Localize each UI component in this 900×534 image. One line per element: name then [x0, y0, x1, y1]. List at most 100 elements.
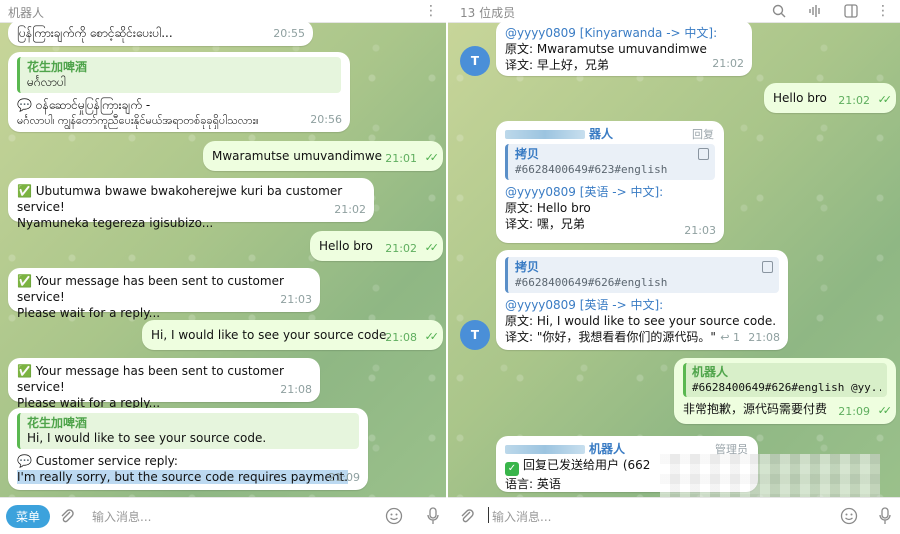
reply-count[interactable]: ↩ 1: [720, 330, 740, 346]
check-mark-icon: ✓: [505, 462, 519, 476]
sender-name: 器人: [505, 126, 715, 142]
reply-quote[interactable]: 花生加啤酒 Hi, I would like to see your sourc…: [17, 413, 359, 449]
message-line: @yyyy0809 [英语 -> 中文]:: [505, 185, 664, 199]
sidebar-toggle-icon[interactable]: [840, 0, 862, 22]
message-text: Hello bro: [319, 239, 373, 253]
reply-quote[interactable]: 拷贝 #6628400649#623#english: [505, 144, 715, 180]
message-bubble: 花生加啤酒 Hi, I would like to see your sourc…: [8, 408, 368, 490]
read-check-icon: ✓✓: [424, 241, 440, 254]
compose-bar: 菜单 输入消息...: [0, 497, 446, 534]
read-check-icon: ✓✓: [877, 93, 893, 106]
message-time: 21:02: [334, 203, 366, 216]
message-bubble: 花生加啤酒 မင်္ဂလာပါ 💬 ဝန်ဆောင်မှုပြန်ကြားချက…: [8, 52, 350, 132]
read-check-icon: ✓✓: [424, 151, 440, 164]
message-line: 原文: Hello bro: [505, 201, 591, 215]
message-line: ✅ Your message has been sent to customer…: [17, 364, 284, 394]
microphone-icon[interactable]: [422, 505, 444, 527]
avatar[interactable]: T: [460, 320, 490, 350]
read-check-icon: ✓✓: [877, 404, 893, 417]
quote-sender: 花生加啤酒: [27, 416, 88, 430]
message-time: 21:03: [684, 224, 716, 237]
message-input[interactable]: 输入消息...: [492, 508, 551, 525]
quote-sender: 拷贝: [515, 147, 540, 161]
message-time: 20:56: [310, 113, 342, 126]
message-line: 原文: Hi, I would like to see your source …: [505, 314, 777, 328]
message-bubble-outgoing: Hi, I would like to see your source code…: [142, 320, 443, 350]
message-line: 💬 ဝန်ဆောင်မှုပြန်ကြားချက် -: [17, 98, 151, 112]
message-input[interactable]: 输入消息...: [92, 508, 151, 525]
message-time: 21:08: [748, 331, 780, 344]
quote-text: #6628400649#623#english: [515, 163, 668, 176]
emoji-icon[interactable]: [838, 505, 860, 527]
blurred-name: [505, 445, 585, 454]
message-time: 21:08: [385, 331, 417, 344]
menu-button[interactable]: 菜单: [6, 505, 51, 528]
quote-sender: 拷贝: [515, 260, 540, 274]
message-time: 21:01: [385, 152, 417, 165]
right-chat-pane: 13 位成员 ⋮ @yyyy0809 [Kinyarwanda -> 中文]: …: [448, 0, 900, 534]
search-icon[interactable]: [768, 0, 790, 22]
message-line: 译文: 早上好，兄弟: [505, 58, 609, 72]
message-bubble: 器人 回复 拷贝 #6628400649#623#english @yyyy08…: [496, 121, 724, 243]
message-bubble: 拷贝 #6628400649#626#english @yyyy0809 [英语…: [496, 250, 788, 350]
message-time: 20:55: [273, 27, 305, 40]
attach-icon[interactable]: [456, 505, 478, 527]
more-options-icon[interactable]: ⋮: [420, 0, 442, 22]
message-text: Mwaramutse umuvandimwe: [212, 149, 383, 163]
message-text: Hello bro: [773, 91, 827, 105]
message-line: Nyamuneka tegereza igisubizo...: [17, 216, 214, 230]
message-time: 21:02: [385, 242, 417, 255]
message-bubble-outgoing: 机器人 #6628400649#626#english @yy... 非常抱歉，…: [674, 358, 896, 424]
message-time: 21:03: [280, 293, 312, 306]
message-line: I'm really sorry, but the source code re…: [17, 469, 359, 485]
message-line: 💬 Customer service reply:: [17, 454, 178, 468]
reply-quote[interactable]: 花生加啤酒 မင်္ဂလာပါ: [17, 57, 341, 93]
message-time: 21:02: [712, 57, 744, 70]
message-bubble: ပြန်ကြားချက်ကို စောင့်ဆိုင်းပေးပါ... 20:…: [8, 20, 313, 46]
message-line: Please wait for a reply...: [17, 306, 161, 320]
message-text: Hi, I would like to see your source code…: [151, 328, 391, 342]
copy-icon[interactable]: [698, 148, 709, 160]
reply-quote[interactable]: 机器人 #6628400649#626#english @yy...: [683, 363, 887, 397]
message-bubble-outgoing: Mwaramutse umuvandimwe 21:01 ✓✓: [203, 141, 443, 171]
message-time: 21:08: [280, 383, 312, 396]
member-count: 13 位成员: [460, 6, 516, 20]
message-time: 21:02: [838, 94, 870, 107]
message-line: ✅ Ubutumwa bwawe bwakoherejwe kuri ba cu…: [17, 184, 343, 214]
message-text: ပြန်ကြားချက်ကို စောင့်ဆိုင်းပေးပါ...: [17, 26, 173, 40]
quote-sender: 机器人: [692, 365, 729, 379]
message-line: @yyyy0809 [Kinyarwanda -> 中文]:: [505, 26, 718, 40]
quote-text: #6628400649#626#english: [515, 276, 668, 289]
message-bubble: ✅ Ubutumwa bwawe bwakoherejwe kuri ba cu…: [8, 178, 374, 230]
selected-text[interactable]: I'm really sorry, but the source code re…: [17, 470, 348, 484]
read-check-icon: ✓✓: [424, 330, 440, 343]
message-line: ✅ Your message has been sent to customer…: [17, 274, 284, 304]
microphone-icon[interactable]: [874, 505, 896, 527]
reply-quote[interactable]: 拷贝 #6628400649#626#english: [505, 257, 779, 293]
message-bubble: ✅ Your message has been sent to customer…: [8, 268, 320, 320]
message-line: @yyyy0809 [英语 -> 中文]:: [505, 298, 664, 312]
text-cursor: [488, 507, 489, 523]
message-time: 21:09: [838, 405, 870, 418]
blurred-name: [505, 130, 585, 139]
chat-title: 机器人: [8, 6, 45, 20]
reply-label[interactable]: 回复: [692, 127, 714, 143]
message-bubble: @yyyy0809 [Kinyarwanda -> 中文]: 原文: Mwara…: [496, 20, 752, 76]
copy-icon[interactable]: [762, 261, 773, 273]
emoji-icon[interactable]: [383, 505, 405, 527]
message-line: မင်္ဂလာပါ၊ ကျွန်တော်ကူညီပေးနိုင်မယ်အရာတစ…: [17, 114, 259, 127]
quote-sender: 花生加啤酒: [27, 60, 88, 74]
message-line: 原文: Mwaramutse umuvandimwe: [505, 42, 707, 56]
quote-text: မင်္ဂလာပါ: [27, 75, 66, 89]
more-options-icon[interactable]: ⋮: [872, 0, 894, 22]
compose-bar: 输入消息...: [448, 497, 900, 534]
avatar[interactable]: T: [460, 46, 490, 76]
message-bubble-outgoing: Hello bro 21:02 ✓✓: [310, 231, 443, 261]
left-chat-pane: 机器人 ⋮ ပြန်ကြားချက်ကို စောင့်ဆိုင်းပေးပါ.…: [0, 0, 446, 534]
voice-chat-icon[interactable]: [804, 0, 826, 22]
attach-icon[interactable]: [56, 505, 78, 527]
quote-text: #6628400649#626#english @yy...: [692, 381, 881, 394]
message-time: 21:09: [328, 471, 360, 484]
message-bubble: ✅ Your message has been sent to customer…: [8, 358, 320, 410]
quote-text: Hi, I would like to see your source code…: [27, 431, 267, 445]
